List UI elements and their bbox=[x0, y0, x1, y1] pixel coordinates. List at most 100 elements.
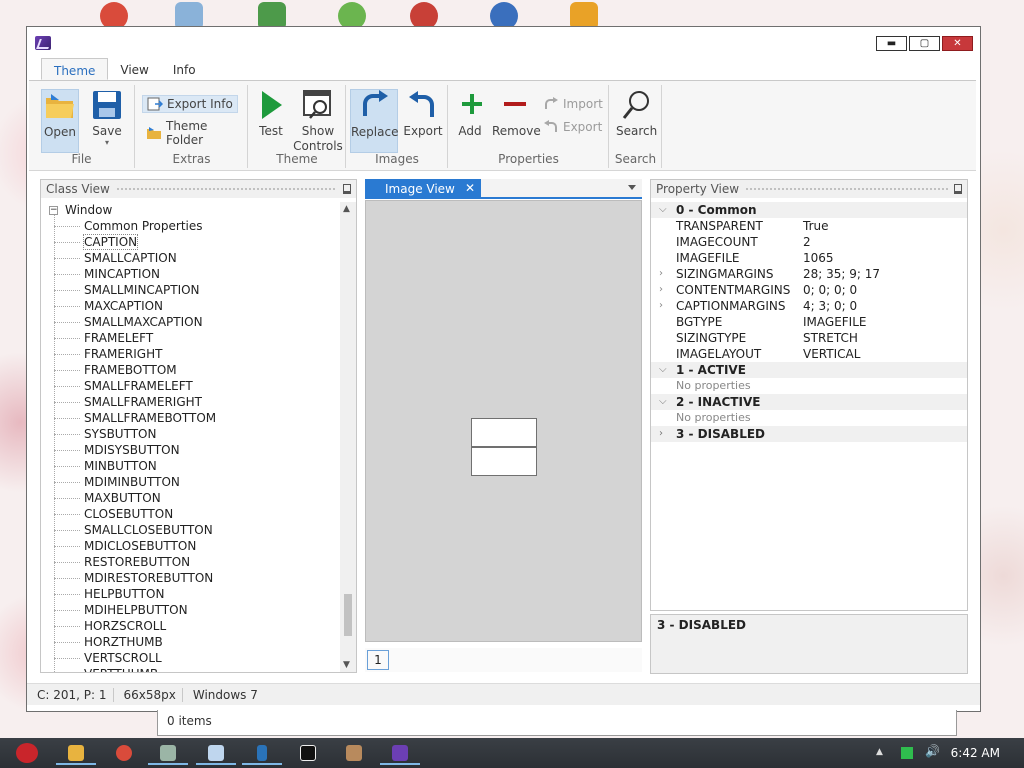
taskbar-clock[interactable]: 6:42 AM bbox=[951, 746, 1000, 760]
page-number-button[interactable]: 1 bbox=[367, 650, 389, 670]
tree-item[interactable]: HORZTHUMB bbox=[41, 634, 340, 650]
tree-item[interactable]: FRAMERIGHT bbox=[41, 346, 340, 362]
tree-item[interactable]: SMALLFRAMELEFT bbox=[41, 378, 340, 394]
export-property-button[interactable]: Export bbox=[543, 120, 602, 134]
tab-view[interactable]: View bbox=[108, 58, 160, 80]
property-value[interactable]: IMAGEFILE bbox=[803, 314, 866, 330]
title-bar[interactable]: ▬ ▢ ✕ bbox=[27, 27, 980, 57]
maximize-button[interactable]: ▢ bbox=[909, 36, 940, 51]
property-category[interactable]: ⌵ 0 - Common bbox=[651, 202, 967, 218]
property-category[interactable]: › 3 - DISABLED bbox=[651, 426, 967, 442]
tray-volume-icon[interactable]: 🔊 bbox=[925, 744, 940, 758]
chevron-down-icon[interactable]: ⌵ bbox=[659, 394, 667, 410]
tree-item[interactable]: MDIMINBUTTON bbox=[41, 474, 340, 490]
tree-item[interactable]: MINCAPTION bbox=[41, 266, 340, 282]
tree-item[interactable]: MAXCAPTION bbox=[41, 298, 340, 314]
start-button[interactable] bbox=[4, 741, 50, 765]
panel-grip[interactable] bbox=[115, 186, 337, 192]
chevron-down-icon[interactable]: ▾ bbox=[87, 138, 127, 147]
collapse-icon[interactable]: − bbox=[49, 206, 58, 215]
image-canvas[interactable] bbox=[365, 200, 642, 642]
remove-button[interactable]: Remove bbox=[492, 89, 541, 138]
tree-item[interactable]: CLOSEBUTTON bbox=[41, 506, 340, 522]
tree-item[interactable]: MDICLOSEBUTTON bbox=[41, 538, 340, 554]
minimize-button[interactable]: ▬ bbox=[876, 36, 907, 51]
pin-icon[interactable] bbox=[954, 184, 962, 194]
tree-item[interactable]: SYSBUTTON bbox=[41, 426, 340, 442]
property-row[interactable]: BGTYPE IMAGEFILE bbox=[651, 314, 967, 330]
taskbar-app[interactable] bbox=[148, 741, 188, 765]
scroll-down-icon[interactable]: ▼ bbox=[343, 660, 350, 670]
tree-item[interactable]: MDIRESTOREBUTTON bbox=[41, 570, 340, 586]
tab-dropdown-icon[interactable] bbox=[628, 185, 636, 190]
property-grid[interactable]: ⌵ 0 - Common TRANSPARENT True IMAGECOUNT 2 IMA… bbox=[651, 202, 967, 610]
import-button[interactable]: Import bbox=[543, 97, 603, 111]
property-value[interactable]: 0; 0; 0; 0 bbox=[803, 282, 857, 298]
property-row[interactable]: IMAGELAYOUT VERTICAL bbox=[651, 346, 967, 362]
tree-item[interactable]: SMALLMAXCAPTION bbox=[41, 314, 340, 330]
property-row[interactable]: IMAGEFILE 1065 bbox=[651, 250, 967, 266]
tree-item[interactable]: SMALLMINCAPTION bbox=[41, 282, 340, 298]
tray-network-icon[interactable] bbox=[901, 747, 913, 759]
property-row[interactable]: › SIZINGMARGINS 28; 35; 9; 17 bbox=[651, 266, 967, 282]
export-image-button[interactable]: Export bbox=[403, 89, 443, 138]
open-button[interactable]: Open bbox=[41, 89, 79, 153]
tree-item[interactable]: SMALLCAPTION bbox=[41, 250, 340, 266]
export-info-button[interactable]: Export Info bbox=[142, 95, 238, 113]
tree-item[interactable]: FRAMELEFT bbox=[41, 330, 340, 346]
close-button[interactable]: ✕ bbox=[942, 36, 973, 51]
taskbar-7zip[interactable] bbox=[288, 741, 328, 765]
pin-icon[interactable] bbox=[343, 184, 351, 194]
property-row[interactable]: SIZINGTYPE STRETCH bbox=[651, 330, 967, 346]
show-controls-button[interactable]: Show Controls bbox=[293, 89, 343, 154]
tree-item[interactable]: CAPTION bbox=[41, 234, 340, 250]
tray-expand-icon[interactable]: ▲ bbox=[876, 747, 888, 759]
chevron-right-icon[interactable]: › bbox=[659, 298, 663, 314]
tree-item[interactable]: Common Properties bbox=[41, 218, 340, 234]
search-button[interactable]: Search bbox=[616, 89, 657, 138]
tree-item[interactable]: SMALLFRAMEBOTTOM bbox=[41, 410, 340, 426]
tree-item[interactable]: SMALLCLOSEBUTTON bbox=[41, 522, 340, 538]
tab-image-view[interactable]: Image View ✕ bbox=[365, 179, 481, 199]
property-value[interactable]: 2 bbox=[803, 234, 811, 250]
tree-item[interactable]: SMALLFRAMERIGHT bbox=[41, 394, 340, 410]
theme-folder-button[interactable]: Theme Folder bbox=[146, 119, 247, 147]
tree-item[interactable]: MAXBUTTON bbox=[41, 490, 340, 506]
scrollbar-thumb[interactable] bbox=[344, 594, 352, 636]
taskbar-chrome[interactable] bbox=[104, 741, 144, 765]
property-value[interactable]: True bbox=[803, 218, 829, 234]
taskbar-theme-editor[interactable] bbox=[380, 741, 420, 765]
property-row[interactable]: › CAPTIONMARGINS 4; 3; 0; 0 bbox=[651, 298, 967, 314]
property-value[interactable]: 4; 3; 0; 0 bbox=[803, 298, 857, 314]
property-value[interactable]: 1065 bbox=[803, 250, 834, 266]
chevron-right-icon[interactable]: › bbox=[659, 282, 663, 298]
taskbar-tool[interactable] bbox=[334, 741, 374, 765]
property-value[interactable]: STRETCH bbox=[803, 330, 858, 346]
tab-info[interactable]: Info bbox=[161, 58, 208, 80]
property-category[interactable]: ⌵ 1 - ACTIVE bbox=[651, 362, 967, 378]
taskbar-explorer[interactable] bbox=[56, 741, 96, 765]
panel-grip[interactable] bbox=[745, 186, 948, 192]
replace-button[interactable]: Replace bbox=[350, 89, 398, 153]
test-button[interactable]: Test bbox=[254, 89, 288, 138]
tree-item[interactable]: FRAMEBOTTOM bbox=[41, 362, 340, 378]
scroll-up-icon[interactable]: ▲ bbox=[343, 204, 350, 214]
tree-item[interactable]: HELPBUTTON bbox=[41, 586, 340, 602]
tree-item[interactable]: MDIHELPBUTTON bbox=[41, 602, 340, 618]
chevron-down-icon[interactable]: ⌵ bbox=[659, 202, 667, 218]
chevron-right-icon[interactable]: › bbox=[659, 266, 663, 282]
tree-item[interactable]: MDISYSBUTTON bbox=[41, 442, 340, 458]
property-row[interactable]: IMAGECOUNT 2 bbox=[651, 234, 967, 250]
chevron-down-icon[interactable]: ⌵ bbox=[659, 362, 667, 378]
class-view-scrollbar[interactable]: ▲ ▼ bbox=[340, 202, 356, 672]
property-value[interactable]: VERTICAL bbox=[803, 346, 860, 362]
tree-item[interactable]: MINBUTTON bbox=[41, 458, 340, 474]
taskbar-book[interactable] bbox=[242, 741, 282, 765]
property-row[interactable]: TRANSPARENT True bbox=[651, 218, 967, 234]
tree-item[interactable]: VERTSCROLL bbox=[41, 650, 340, 666]
add-button[interactable]: Add bbox=[455, 89, 485, 138]
close-tab-icon[interactable]: ✕ bbox=[465, 181, 475, 195]
property-category[interactable]: ⌵ 2 - INACTIVE bbox=[651, 394, 967, 410]
tree-item[interactable]: HORZSCROLL bbox=[41, 618, 340, 634]
tree-root[interactable]: − Window bbox=[41, 202, 340, 218]
